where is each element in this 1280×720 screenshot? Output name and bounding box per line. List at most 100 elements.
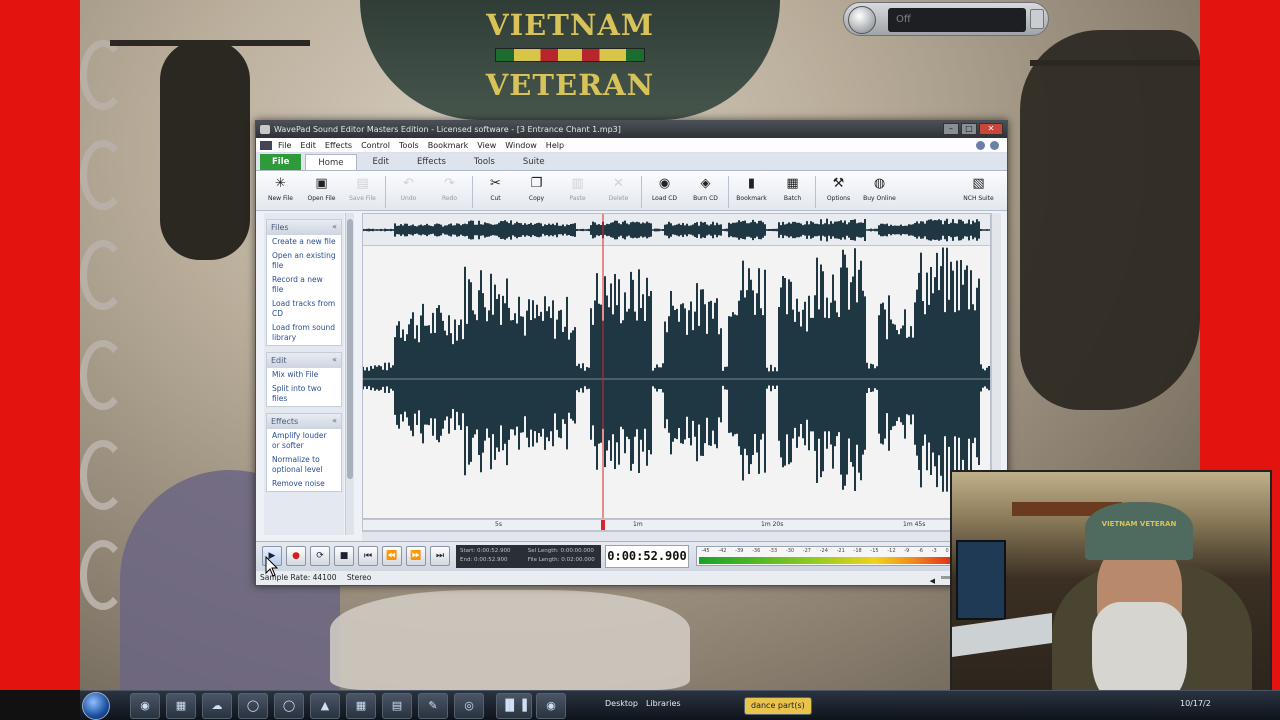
menu-app-icon[interactable] [260, 141, 272, 150]
frame-left [0, 0, 80, 690]
burn-cd-button[interactable]: ◈ Burn CD [685, 174, 726, 202]
binder-ring [80, 240, 126, 310]
save-button[interactable]: ▤ Save File [342, 174, 383, 202]
taskbar-folder-icon[interactable]: ▲ [310, 693, 340, 719]
taskbar-app-icon[interactable]: ▦ [346, 693, 376, 719]
copy-button[interactable]: ❐ Copy [516, 174, 557, 202]
taskbar-webcam-icon[interactable]: ◯ [274, 693, 304, 719]
sidebar-link[interactable]: Open an existing file [267, 249, 341, 273]
menu-bookmark[interactable]: Bookmark [428, 138, 469, 152]
bookmark-icon: ▮ [747, 176, 756, 191]
meter-tick-label: -42 [718, 548, 727, 554]
menu-effects[interactable]: Effects [325, 138, 352, 152]
open-file-button[interactable]: ▣ Open File [301, 174, 342, 202]
bookmark-button[interactable]: ▮ Bookmark [731, 174, 772, 202]
load-cd-button[interactable]: ◉ Load CD [644, 174, 685, 202]
taskbar-cloud-icon[interactable]: ☁ [202, 693, 232, 719]
meter-tick-label: -27 [802, 548, 811, 554]
nch-suite-button[interactable]: ▧ NCH Suite [958, 174, 999, 202]
libraries-toolbar-label[interactable]: Libraries [646, 699, 681, 708]
taskbar-editor-icon[interactable]: ✎ [418, 693, 448, 719]
options-button[interactable]: ⚒ Options [818, 174, 859, 202]
timeline-ruler[interactable]: 5s 1m 1m 20s 1m 45s [362, 519, 991, 531]
gadget-button[interactable] [1030, 9, 1044, 29]
selection-info: Start: 0:00:52.900 Sel Length: 0:00:00.0… [456, 545, 601, 568]
tab-edit[interactable]: Edit [361, 154, 401, 170]
redo-button[interactable]: ↷ Redo [429, 174, 470, 202]
sidebar-link[interactable]: Mix with File [267, 368, 341, 382]
selection-start: Start: 0:00:52.900 [460, 548, 511, 554]
sidebar-panel-header[interactable]: Edit [267, 353, 341, 368]
paste-button[interactable]: ▥ Paste [557, 174, 598, 202]
sidebar-link[interactable]: Load from sound library [267, 321, 341, 345]
rewind-button[interactable]: ⏪ [382, 546, 402, 566]
start-button[interactable] [82, 692, 110, 720]
menu-edit[interactable]: Edit [300, 138, 316, 152]
tab-tools[interactable]: Tools [462, 154, 507, 170]
taskbar-browser-icon[interactable]: ◎ [454, 693, 484, 719]
delete-button[interactable]: ✕ Delete [598, 174, 639, 202]
batch-icon: ▦ [786, 176, 799, 191]
desktop-toolbar-label[interactable]: Desktop [605, 699, 638, 708]
undo-button[interactable]: ↶ Undo [388, 174, 429, 202]
taskbar-wavepad-icon[interactable]: ▐▌▐ [496, 693, 532, 719]
tab-home[interactable]: Home [305, 154, 357, 170]
buy-online-button[interactable]: ◍ Buy Online [859, 174, 900, 202]
tab-effects[interactable]: Effects [405, 154, 458, 170]
taskbar-camera-icon[interactable]: ◯ [238, 693, 268, 719]
help-icon[interactable] [976, 141, 985, 150]
dropdown-icon[interactable] [990, 141, 999, 150]
menu-window[interactable]: Window [505, 138, 537, 152]
batch-button[interactable]: ▦ Batch [772, 174, 813, 202]
menu-help[interactable]: Help [546, 138, 564, 152]
sidebar-link[interactable]: Load tracks from CD [267, 297, 341, 321]
go-to-end-button[interactable]: ⏭ [430, 546, 450, 566]
taskbar-media-icon[interactable]: ▦ [166, 693, 196, 719]
meter-tick-label: -39 [735, 548, 744, 554]
go-to-start-button[interactable]: ⏮ [358, 546, 378, 566]
gadget-knob-icon[interactable] [848, 6, 876, 34]
playhead-marker[interactable] [601, 520, 605, 530]
meter-tick-label: 0 [945, 548, 949, 554]
paste-icon: ▥ [571, 176, 584, 191]
sidebar-scrollbar[interactable] [345, 213, 354, 535]
transport-bar: ▶ ● ⟳ ■ ⏮ ⏪ ⏩ ⏭ Start: 0:00:52.900 Sel L… [256, 541, 1007, 571]
maximize-button[interactable]: □ [961, 123, 977, 135]
cut-button[interactable]: ✂ Cut [475, 174, 516, 202]
toolbar-separator [385, 176, 386, 208]
undo-icon: ↶ [403, 176, 414, 191]
desktop-gadget[interactable]: Off [843, 2, 1049, 36]
title-bar[interactable]: WavePad Sound Editor Masters Edition - L… [256, 121, 1007, 138]
sidebar-link[interactable]: Amplify louder or softer [267, 429, 341, 453]
taskbar-folder-dance[interactable]: dance part(s) [744, 697, 812, 715]
sidebar-link[interactable]: Remove noise [267, 477, 341, 491]
sidebar-link[interactable]: Normalize to optional level [267, 453, 341, 477]
sidebar-link[interactable]: Create a new file [267, 235, 341, 249]
loop-button[interactable]: ⟳ [310, 546, 330, 566]
meter-tick-label: -30 [785, 548, 795, 554]
stop-button[interactable]: ■ [334, 546, 354, 566]
menu-tools[interactable]: Tools [399, 138, 419, 152]
selection-end: End: 0:00:52.900 [460, 557, 508, 563]
clock[interactable]: 10/17/2 [1180, 699, 1211, 708]
sidebar-panel-header[interactable]: Effects [267, 414, 341, 429]
record-button[interactable]: ● [286, 546, 306, 566]
tab-suite[interactable]: Suite [511, 154, 557, 170]
waveform-view[interactable] [362, 213, 991, 519]
sidebar-panel-header[interactable]: Files [267, 220, 341, 235]
menu-file[interactable]: File [278, 138, 291, 152]
menu-view[interactable]: View [477, 138, 496, 152]
sidebar-link[interactable]: Record a new file [267, 273, 341, 297]
fast-forward-button[interactable]: ⏩ [406, 546, 426, 566]
taskbar-ie-icon[interactable]: ◉ [130, 693, 160, 719]
new-file-button[interactable]: ✳ New File [260, 174, 301, 202]
taskbar-disk-icon[interactable]: ▤ [382, 693, 412, 719]
tab-file[interactable]: File [260, 154, 302, 170]
taskbar-globe-icon[interactable]: ◉ [536, 693, 566, 719]
minimize-button[interactable]: – [943, 123, 959, 135]
sidebar-link[interactable]: Split into two files [267, 382, 341, 406]
burn-cd-icon: ◈ [700, 176, 711, 191]
menu-control[interactable]: Control [361, 138, 390, 152]
close-button[interactable]: ✕ [979, 123, 1003, 135]
toolbar-separator [815, 176, 816, 208]
